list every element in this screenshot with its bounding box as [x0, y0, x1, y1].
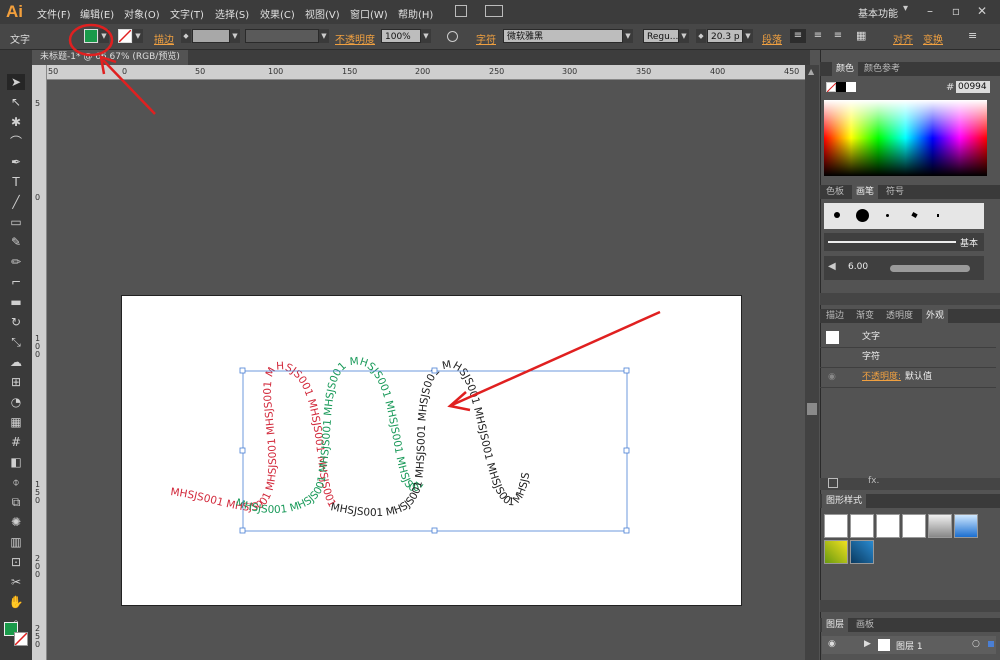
tab-transparency[interactable]: 透明度: [882, 309, 917, 323]
style-green-leaf[interactable]: [824, 540, 848, 564]
style-default[interactable]: [824, 514, 848, 538]
layer-visibility-icon[interactable]: ◉: [828, 639, 836, 649]
appearance-footer: fx.: [820, 476, 1000, 490]
vertical-scrollbar[interactable]: ▲: [805, 65, 819, 660]
appearance-row-characters[interactable]: 字符: [820, 348, 996, 368]
brush-dot-small[interactable]: [834, 212, 840, 218]
brushes-footer: [820, 293, 1000, 305]
appearance-characters-label: 字符: [862, 352, 881, 362]
layer-target-icon[interactable]: ○: [972, 639, 980, 649]
fx-icon[interactable]: fx.: [868, 476, 879, 486]
appearance-type-label: 文字: [862, 332, 881, 342]
basic-brush-label: 基本: [960, 239, 979, 249]
style-none[interactable]: [850, 514, 874, 538]
charcoal-brush-stroke: [890, 265, 970, 272]
tab-gradient[interactable]: 渐变: [852, 309, 878, 323]
speaker-icon: ◀: [828, 261, 836, 272]
hex-input[interactable]: 00994: [956, 81, 990, 93]
layer-expand-icon[interactable]: ▶: [864, 639, 871, 649]
annotation-arrow-2: [447, 310, 661, 412]
tab-artboards[interactable]: 画板: [852, 618, 878, 632]
basic-brush-stroke: [828, 241, 956, 243]
tab-color-guide[interactable]: 颜色参考: [860, 62, 904, 76]
none-swatch[interactable]: [826, 82, 836, 92]
layer-thumbnail: [878, 639, 890, 651]
style-blue-glow[interactable]: [954, 514, 978, 538]
appearance-opacity-value: 默认值: [905, 372, 933, 382]
visibility-eye-icon[interactable]: ◉: [828, 368, 836, 387]
charcoal-brush-row[interactable]: ◀ 6.00: [824, 256, 984, 280]
color-panel-tabs: 颜色 颜色参考: [820, 62, 1000, 76]
tab-swatches[interactable]: 色板: [822, 185, 848, 199]
brush-size-value: 6.00: [848, 262, 869, 272]
style-blue-pattern[interactable]: [850, 540, 874, 564]
layers-panel-tabs: 图层 画板: [820, 618, 1000, 632]
brush-calligraphic-thin[interactable]: [937, 214, 939, 217]
tab-color[interactable]: 颜色: [832, 62, 859, 76]
brush-presets: [824, 203, 984, 229]
layer-row[interactable]: ◉ ▶ 图层 1 ○: [822, 636, 996, 654]
brush-dot-large[interactable]: [856, 209, 869, 222]
black-swatch[interactable]: [836, 82, 846, 92]
styles-footer: [820, 600, 1000, 612]
style-split[interactable]: [902, 514, 926, 538]
white-swatch[interactable]: [846, 82, 856, 92]
appearance-opacity-label[interactable]: 不透明度:: [862, 368, 901, 387]
tab-stroke[interactable]: 描边: [822, 309, 848, 323]
scroll-up-icon[interactable]: ▲: [808, 67, 814, 76]
type-thumbnail: [826, 331, 839, 344]
annotation-arrow-1: [99, 55, 156, 115]
brushes-panel-tabs: 色板 画笔 符号: [820, 185, 1000, 199]
graphic-styles-tabs: 图形样式: [820, 494, 1000, 508]
layer-name[interactable]: 图层 1: [896, 639, 923, 652]
hex-label: #: [946, 82, 955, 93]
basic-brush-row[interactable]: 基本: [824, 233, 984, 251]
tab-graphic-styles[interactable]: 图形样式: [822, 494, 867, 508]
scroll-thumb[interactable]: [807, 403, 817, 415]
appearance-panel-tabs: 描边 渐变 透明度 外观: [820, 309, 1000, 323]
graphic-styles-grid: [824, 514, 984, 566]
appearance-row-opacity[interactable]: ◉ 不透明度: 默认值: [820, 368, 996, 388]
style-white[interactable]: [876, 514, 900, 538]
highlight-circle: [68, 23, 114, 57]
appearance-row-type[interactable]: 文字: [820, 328, 996, 348]
tab-layers[interactable]: 图层: [822, 618, 849, 632]
color-spectrum[interactable]: [824, 100, 987, 176]
brush-dot-tiny[interactable]: [886, 214, 889, 217]
brush-calligraphic[interactable]: [911, 212, 918, 218]
tab-brushes[interactable]: 画笔: [852, 185, 879, 199]
layer-selection-indicator: [988, 641, 994, 647]
tab-appearance[interactable]: 外观: [922, 309, 949, 323]
tab-symbols[interactable]: 符号: [882, 185, 908, 199]
style-gray-gradient[interactable]: [928, 514, 952, 538]
add-stroke-icon[interactable]: [828, 478, 838, 488]
